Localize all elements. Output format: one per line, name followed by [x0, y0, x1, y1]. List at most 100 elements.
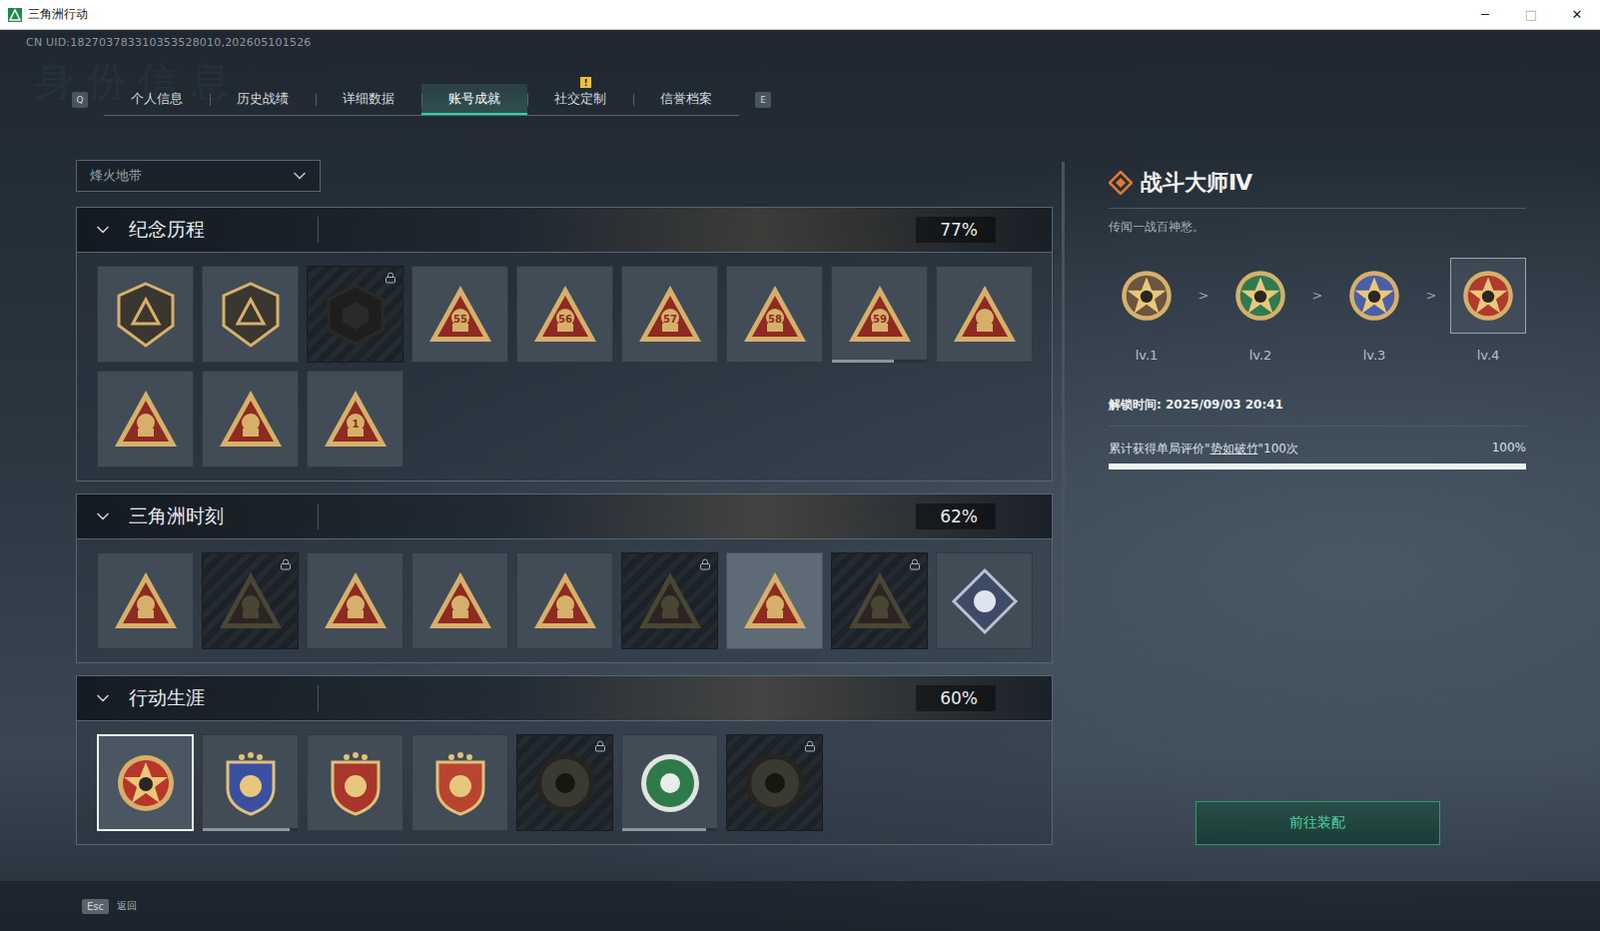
svg-text:1: 1 [351, 418, 359, 430]
level-item[interactable]: lv.2 [1222, 257, 1299, 363]
next-key-hint[interactable]: E [755, 91, 772, 108]
level-item[interactable]: lv.3 [1336, 257, 1413, 363]
badge-cell[interactable] [201, 265, 299, 363]
svg-text:58: 58 [768, 313, 783, 325]
collapse-chevron-icon [92, 506, 113, 527]
window-control-button[interactable]: ✕ [1554, 0, 1600, 29]
back-label[interactable]: 返回 [116, 898, 137, 913]
footer: Esc 返回 [0, 880, 1600, 931]
badge-cell[interactable] [621, 552, 719, 650]
badge-cell[interactable] [96, 265, 194, 363]
tab[interactable]: 历史战绩 [209, 83, 316, 115]
tri-badge-icon: 57 [635, 279, 706, 350]
achievement-section: 行动生涯60% [75, 675, 1053, 845]
title-bar: 三角洲行动─□✕ [0, 0, 1600, 30]
round-badge-icon [530, 748, 601, 818]
badge-cell[interactable] [621, 734, 719, 831]
badge-cell[interactable] [96, 734, 194, 831]
badge-cell[interactable] [201, 734, 299, 831]
achievement-section: 三角洲时刻62% [75, 493, 1053, 664]
section-title: 纪念历程 [128, 216, 319, 243]
window-control-button[interactable]: □ [1508, 0, 1555, 29]
medal-badge-icon [1343, 264, 1406, 327]
section-header[interactable]: 纪念历程77% [75, 206, 1053, 253]
badge-cell[interactable] [726, 734, 823, 831]
lock-icon [594, 740, 607, 753]
badge-cell[interactable] [935, 552, 1033, 650]
sections: 纪念历程77% 55 56 57 58 59 1 三角洲时刻62% 行动生涯60% [75, 206, 1053, 845]
badge-cell[interactable]: 59 [830, 265, 928, 363]
badge-cell[interactable] [306, 734, 404, 831]
tri-badge-icon: 59 [844, 279, 915, 350]
tri-badge-icon [320, 566, 391, 637]
tab[interactable]: 个人信息 [103, 83, 210, 115]
window-title: 三角洲行动 [27, 5, 1463, 23]
badge-progress [202, 827, 298, 831]
badge-cell[interactable] [96, 370, 194, 468]
section-header[interactable]: 行动生涯60% [75, 675, 1053, 722]
badge-cell[interactable] [201, 552, 299, 650]
badge-cell[interactable] [201, 370, 299, 468]
level-item[interactable]: lv.4 [1450, 257, 1527, 363]
badge-cell[interactable]: 1 [306, 370, 404, 468]
prev-key-hint[interactable]: Q [71, 91, 88, 108]
tri-badge-icon [740, 566, 810, 637]
lock-icon [803, 740, 816, 753]
tri-badge-icon: 56 [530, 279, 601, 350]
badge-cell[interactable]: 58 [726, 265, 823, 363]
badge-cell[interactable] [516, 734, 614, 831]
tab[interactable]: 信誉档案 [633, 83, 740, 115]
tabs-row: Q 个人信息历史战绩详细数据账号成就社交定制!信誉档案 E [0, 83, 1600, 116]
badge-cell[interactable] [96, 552, 194, 650]
level-row: lv.1>lv.2>lv.3>lv.4 [1108, 257, 1527, 363]
collapse-chevron-icon [92, 688, 113, 709]
badge-cell[interactable] [726, 552, 823, 650]
tri-badge-icon [844, 566, 915, 637]
badge-cell[interactable] [830, 552, 928, 650]
mode-select[interactable]: 烽火地带 [75, 159, 321, 192]
window-control-button[interactable]: ─ [1462, 0, 1509, 29]
badge-cell[interactable]: 56 [516, 265, 614, 363]
scrollbar[interactable] [1061, 161, 1065, 637]
lock-icon [384, 271, 397, 284]
window-controls: ─□✕ [1462, 0, 1600, 29]
svg-text:57: 57 [663, 313, 678, 325]
tri-badge-icon [425, 566, 496, 637]
badge-cell[interactable] [411, 734, 509, 831]
level-item[interactable]: lv.1 [1108, 257, 1185, 363]
diamond-badge-icon [949, 566, 1020, 637]
badge-cell[interactable] [306, 265, 404, 363]
tab[interactable]: 账号成就 [421, 83, 528, 115]
badge-cell[interactable] [935, 265, 1033, 363]
content-row: 烽火地带纪念历程77%55565758591三角洲时刻62%行动生涯60%战斗大… [0, 115, 1600, 881]
shield-badge-icon [110, 279, 181, 350]
tab[interactable]: 社交定制! [527, 83, 634, 115]
lock-icon [908, 558, 921, 571]
esc-key-hint[interactable]: Esc [81, 898, 109, 914]
achievement-list: 烽火地带纪念历程77% 55 56 57 58 59 1 三角洲时刻62% 行动生涯60% [75, 159, 1053, 845]
tri-badge-icon: 58 [740, 279, 810, 350]
detail-panel: 战斗大师Ⅳ传闻一战百神愁。lv.1>lv.2>lv.3>lv.4解锁时间: 20… [1108, 159, 1527, 845]
medal-badge-icon [1229, 264, 1292, 327]
requirement-progress [1108, 463, 1527, 470]
round-badge-icon [635, 748, 706, 818]
section-percent: 60% [915, 685, 996, 712]
badge-cell[interactable]: 55 [411, 265, 509, 363]
badge-cell[interactable] [411, 552, 509, 650]
section-percent: 62% [915, 503, 996, 530]
dropdown-chevron-icon [289, 165, 310, 186]
badge-cell[interactable] [516, 552, 614, 650]
svg-text:56: 56 [558, 313, 573, 325]
badge-cell[interactable] [306, 552, 404, 650]
section-header[interactable]: 三角洲时刻62% [75, 493, 1053, 540]
equip-button[interactable]: 前往装配 [1195, 800, 1441, 845]
tri-badge-icon [949, 279, 1020, 350]
crest-badge-icon [215, 748, 286, 818]
badge-grid [75, 721, 1053, 845]
level-separator: > [1198, 287, 1210, 303]
tab[interactable]: 详细数据 [315, 83, 422, 115]
unlock-time: 解锁时间: 2025/09/03 20:41 [1108, 396, 1527, 427]
badge-progress [831, 359, 927, 363]
badge-cell[interactable]: 57 [621, 265, 719, 363]
badge-grid: 55 56 57 58 59 1 [75, 252, 1053, 482]
